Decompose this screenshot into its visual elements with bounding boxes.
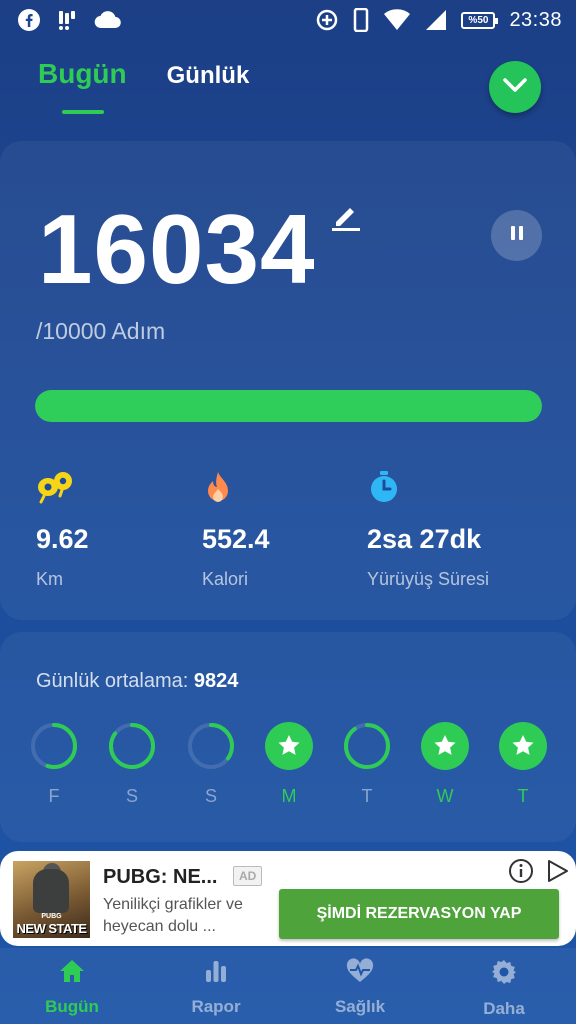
top-tabs: Bugün Günlük [38, 58, 249, 114]
day-3[interactable]: M [264, 722, 314, 807]
ad-image-brand: NEW STATE [16, 921, 87, 936]
step-progress-bar [35, 390, 542, 422]
phone-icon [353, 8, 369, 32]
edit-icon[interactable] [330, 200, 362, 237]
footsteps-icon [36, 470, 89, 504]
progress-ring [188, 723, 234, 769]
ad-image-small-text: PUBG [41, 913, 62, 920]
daily-average: Günlük ortalama: 9824 [36, 670, 238, 693]
expand-button[interactable] [489, 61, 541, 113]
ad-choices-icon[interactable] [544, 858, 570, 889]
stat-distance: 9.62 Km [36, 470, 89, 590]
nav-item-more[interactable]: Daha [432, 948, 576, 1024]
heart-pulse-icon [345, 958, 375, 989]
stopwatch-icon [367, 470, 489, 504]
day-6[interactable]: T [498, 722, 548, 807]
day-letter: T [517, 786, 529, 806]
step-goal: /10000 Adım [36, 318, 166, 344]
status-bar: %50 23:38 [0, 0, 576, 40]
duration-label: Yürüyüş Süresi [367, 569, 490, 589]
calories-label: Kalori [202, 569, 249, 589]
progress-ring [31, 723, 77, 769]
step-count: 16034 [38, 194, 316, 304]
distance-label: Km [36, 569, 63, 589]
calories-value: 552.4 [202, 524, 270, 554]
flame-icon [202, 470, 270, 504]
info-icon[interactable] [508, 858, 534, 889]
cloud-icon [94, 10, 122, 30]
day-letter: T [361, 786, 373, 806]
day-4[interactable]: T [342, 722, 392, 807]
star-icon [265, 722, 313, 770]
facebook-icon [18, 9, 40, 31]
progress-ring [344, 723, 390, 769]
pause-icon [508, 224, 526, 247]
home-icon [58, 958, 86, 989]
stat-duration: 2sa 27dk Yürüyüş Süresi [367, 470, 489, 590]
day-letter: S [125, 786, 138, 806]
ad-description: Yenilikçi grafikler ve heyecan dolu ... [103, 896, 243, 935]
gear-icon [490, 958, 518, 991]
ad-cta-button[interactable]: ŞİMDİ REZERVASYON YAP [279, 889, 559, 939]
nav-label-health: Sağlık [334, 997, 386, 1016]
battery-indicator: %50 [461, 11, 499, 29]
tab-today[interactable]: Bugün [38, 58, 127, 114]
ad-image[interactable]: PUBG NEW STATE [13, 861, 90, 938]
data-saver-icon [315, 8, 339, 32]
daily-average-value: 9824 [193, 670, 239, 692]
signal-icon [425, 9, 447, 31]
tab-daily[interactable]: Günlük [167, 62, 250, 94]
nav-label-report: Rapor [191, 997, 241, 1016]
chevron-down-icon [502, 76, 528, 99]
day-letter: F [48, 786, 60, 806]
day-2[interactable]: S [186, 722, 236, 807]
stat-calories: 552.4 Kalori [202, 470, 270, 590]
duration-value: 2sa 27dk [367, 524, 482, 554]
progress-ring [109, 723, 155, 769]
ad-badge: AD [233, 866, 263, 886]
daily-average-label: Günlük ortalama: [36, 670, 189, 692]
clock: 23:38 [509, 8, 562, 31]
bottom-nav: Bugün Rapor Sağlık Daha [0, 948, 576, 1024]
ad-title[interactable]: PUBG: NE... [103, 866, 217, 889]
day-0[interactable]: F [29, 722, 79, 807]
day-letter: M [281, 786, 297, 806]
day-1[interactable]: S [107, 722, 157, 807]
distance-value: 9.62 [36, 524, 89, 554]
star-icon [421, 722, 469, 770]
star-icon [499, 722, 547, 770]
bar-chart-icon [202, 958, 230, 989]
day-5[interactable]: W [420, 722, 470, 807]
day-letter: W [436, 786, 454, 806]
wifi-icon [383, 9, 411, 31]
nav-label-today: Bugün [45, 997, 99, 1016]
nav-item-today[interactable]: Bugün [0, 948, 144, 1024]
nav-label-more: Daha [483, 999, 525, 1018]
step-progress-fill [35, 390, 542, 422]
notification-icon [56, 9, 78, 31]
day-letter: S [204, 786, 217, 806]
pause-button[interactable] [491, 210, 542, 261]
nav-item-report[interactable]: Rapor [144, 948, 288, 1024]
nav-item-health[interactable]: Sağlık [288, 948, 432, 1024]
